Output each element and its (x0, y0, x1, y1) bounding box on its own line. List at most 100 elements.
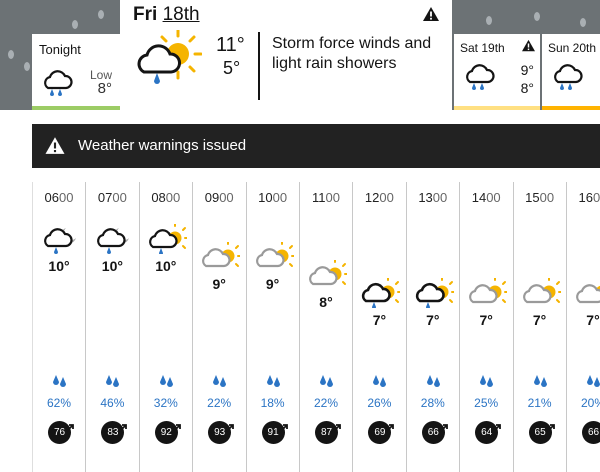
precipitation-chance: 22% (313, 396, 339, 410)
raindrop-decoration (486, 16, 492, 25)
today-date[interactable]: Fri 18th (133, 4, 200, 26)
hour-temperature: 10° (155, 258, 177, 274)
saturday-low-temp: 8° (520, 80, 534, 96)
raindrop-decoration (8, 50, 14, 59)
warning-icon (44, 136, 66, 160)
hour-time: 1200 (353, 190, 405, 205)
wind-direction-arrow-icon (278, 420, 289, 438)
precipitation-chance: 26% (367, 396, 392, 410)
hour-column[interactable]: 0800 10° 32% 92 (138, 182, 192, 472)
raindrops-icon (371, 374, 387, 393)
hour-temperature: 10° (48, 258, 70, 274)
hour-column[interactable]: 1000 9° 18% 91 (245, 182, 299, 472)
hour-time: 0900 (193, 190, 245, 205)
hour-time-minutes: 00 (325, 190, 340, 205)
sun-cloud-icon (254, 241, 295, 272)
precipitation-chance: 46% (100, 396, 125, 410)
hour-temperature: 7° (479, 312, 493, 328)
sun-cloud-icon (467, 277, 509, 308)
today-day-number: 18th (162, 4, 200, 25)
hour-temperature: 7° (532, 312, 547, 328)
today-low-temp: 5° (223, 58, 241, 78)
hour-temperature: 9° (212, 276, 226, 292)
hour-time-hour: 16 (578, 190, 593, 205)
hour-temperature: 7° (372, 312, 387, 328)
hour-time-hour: 13 (418, 190, 433, 205)
raindrops-icon (318, 374, 334, 393)
saturday-high-temp: 9° (520, 62, 534, 78)
warning-icon[interactable] (422, 6, 440, 27)
hour-time: 1300 (407, 190, 459, 205)
hour-column[interactable]: 1600 7° 20% 66 (566, 182, 600, 472)
hour-column[interactable]: 1300 7° 28% 66 (405, 182, 459, 472)
hour-time: 0700 (86, 190, 138, 205)
precipitation-chance: 25% (474, 396, 499, 410)
hour-time-hour: 14 (471, 190, 487, 205)
hour-time-hour: 12 (364, 190, 380, 205)
moon-cloud-rain-icon (40, 224, 80, 254)
hour-time: 1100 (300, 190, 352, 205)
sun-cloud-rain-icon (132, 28, 203, 95)
light-rain-cloud-icon (550, 62, 584, 95)
hour-time: 1600 (567, 190, 600, 205)
wind-speed-badge: 66 (582, 421, 600, 444)
raindrops-icon (158, 374, 174, 393)
wind-direction-arrow-icon (65, 420, 75, 438)
precipitation-chance: 28% (420, 396, 445, 410)
wind-direction-arrow-icon (118, 420, 128, 438)
sun-cloud-rain-icon (147, 223, 188, 255)
sun-cloud-icon (521, 277, 562, 308)
raindrops-icon (104, 374, 120, 393)
tonight-label: Tonight (39, 42, 81, 57)
hour-column[interactable]: 0600 10° 62% 76 (32, 182, 85, 472)
hour-column[interactable]: 0900 9° 22% 93 (192, 182, 245, 472)
today-high-temp: 11° (216, 34, 245, 56)
hour-time: 1500 (514, 190, 566, 205)
wind-direction-arrow-icon (225, 420, 235, 438)
saturday-card[interactable]: Sat 19th 9° 8° (454, 34, 540, 110)
today-summary: Storm force winds and light rain showers (272, 35, 432, 72)
hour-time-minutes: 00 (165, 190, 181, 205)
wind-direction-arrow-icon (492, 420, 502, 438)
today-card[interactable]: Fri 18th 11° 5° Storm force winds and li… (120, 0, 452, 110)
hour-time-minutes: 00 (432, 190, 448, 205)
hour-column[interactable]: 1100 8° 22% 87 (299, 182, 352, 472)
hour-time-minutes: 00 (539, 190, 555, 205)
precipitation-chance: 22% (207, 396, 232, 410)
weather-warnings-banner[interactable]: Weather warnings issued (32, 124, 600, 168)
hour-column[interactable]: 1200 7° 26% 69 (352, 182, 405, 472)
weather-warnings-text: Weather warnings issued (78, 137, 247, 154)
wind-direction-arrow-icon (332, 420, 342, 438)
hour-time-hour: 15 (525, 190, 540, 205)
hour-column[interactable]: 0700 10° 46% 83 (85, 182, 138, 472)
hour-time-hour: 10 (258, 190, 273, 205)
hour-time-hour: 06 (44, 190, 59, 205)
sun-cloud-icon (200, 241, 242, 272)
sun-cloud-icon (574, 278, 600, 308)
precipitation-chance: 21% (527, 396, 552, 410)
hour-column[interactable]: 1500 7° 21% 65 (512, 182, 566, 472)
moon-cloud-rain-icon (93, 224, 133, 254)
raindrop-decoration (580, 18, 586, 27)
hour-time-minutes: 00 (219, 190, 234, 205)
wind-direction-arrow-icon (545, 420, 556, 438)
precipitation-chance: 20% (580, 396, 600, 410)
wind-direction-arrow-icon (385, 420, 395, 438)
precipitation-chance: 18% (260, 396, 285, 410)
sunday-color-bar (542, 106, 600, 110)
saturday-label: Sat 19th (460, 41, 505, 55)
hour-column[interactable]: 1400 7° 25% 64 (459, 182, 512, 472)
raindrops-icon (51, 374, 67, 393)
hour-time-hour: 08 (151, 190, 166, 205)
hour-time-minutes: 00 (272, 190, 288, 205)
hour-temperature: 10° (101, 258, 123, 274)
tonight-low-temp: 8° (97, 80, 112, 97)
sunday-card[interactable]: Sun 20th (542, 34, 600, 110)
hour-time-minutes: 00 (486, 190, 501, 205)
sun-cloud-rain-icon (414, 277, 455, 309)
raindrop-decoration (24, 62, 30, 71)
hour-temperature: 9° (265, 276, 280, 292)
raindrops-icon (425, 374, 441, 393)
raindrop-decoration (72, 20, 78, 29)
tonight-card[interactable]: Tonight Low 8° (32, 34, 120, 110)
